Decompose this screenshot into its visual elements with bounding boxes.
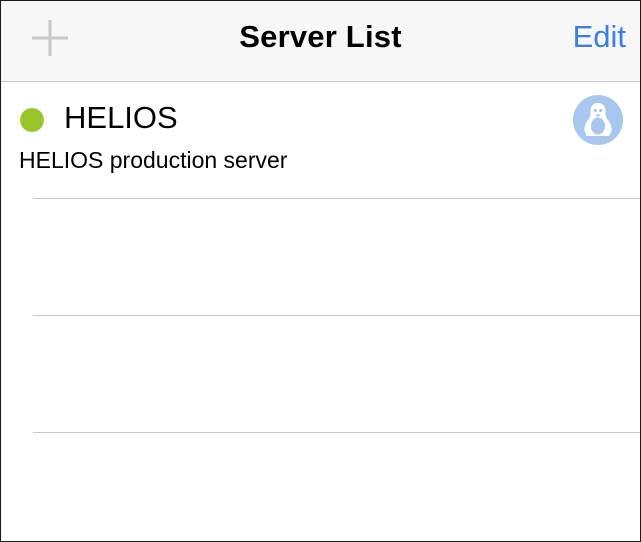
server-row-helios[interactable]: HELIOS HELIOS production server — [1, 82, 640, 199]
server-list: HELIOS HELIOS production server — [1, 82, 640, 541]
linux-tux-icon — [573, 95, 623, 145]
status-indicator — [20, 108, 44, 132]
server-list-screen: Server List Edit HELIOS HELIOS productio… — [0, 0, 641, 542]
edit-button[interactable]: Edit — [573, 19, 626, 55]
navigation-bar: Server List Edit — [1, 1, 640, 82]
page-title: Server List — [239, 19, 402, 54]
server-name: HELIOS — [64, 100, 178, 135]
server-description: HELIOS production server — [19, 147, 288, 173]
empty-row — [1, 316, 640, 433]
empty-row — [1, 433, 640, 541]
empty-row — [1, 199, 640, 316]
